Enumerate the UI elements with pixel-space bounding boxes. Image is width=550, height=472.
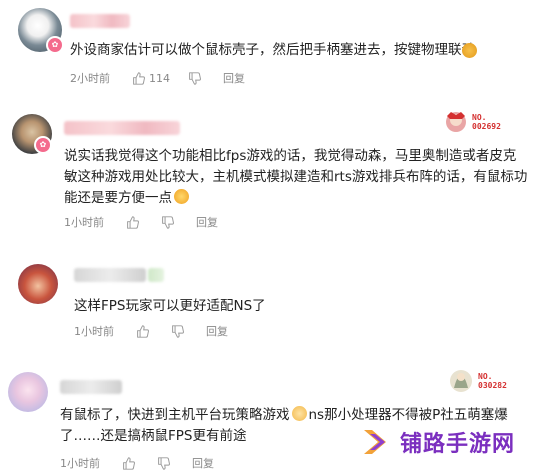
timestamp: 1小时前 xyxy=(74,325,114,338)
emoji-icon xyxy=(462,43,477,58)
comment-line: 能还是要方便一点 xyxy=(64,190,172,206)
thumb-down-icon xyxy=(189,71,201,85)
comment-meta: 1小时前 回复 xyxy=(74,323,228,339)
thumb-down-icon xyxy=(158,456,170,470)
username-redacted[interactable] xyxy=(64,121,180,135)
site-watermark: 铺路手游网 xyxy=(360,424,515,460)
dislike-button[interactable] xyxy=(171,324,188,338)
reply-button[interactable]: 回复 xyxy=(196,214,218,230)
user-tag-redacted xyxy=(148,268,164,282)
comment-meta: 1小时前 回复 xyxy=(60,455,214,471)
reply-button[interactable]: 回复 xyxy=(192,455,214,471)
level-number: NO. 030282 xyxy=(478,372,507,390)
watermark-text: 铺路手游网 xyxy=(400,432,516,457)
reply-button[interactable]: 回复 xyxy=(223,70,245,86)
level-badge: NO. 002692 xyxy=(442,108,501,136)
comment-text: 说实话我觉得这个功能相比fps游戏的话，我觉得动森，马里奥制造或者皮克 敏这种游… xyxy=(64,146,527,209)
comment-text: 这样FPS玩家可以更好适配NS了 xyxy=(74,298,266,314)
thumb-down-icon xyxy=(162,215,174,229)
thumb-down-icon xyxy=(172,324,184,338)
level-badge: NO. 030282 xyxy=(446,366,507,396)
chevron-logo-icon xyxy=(364,430,386,454)
like-button[interactable] xyxy=(136,324,153,338)
comment-text: 外设商家估计可以做个鼠标壳子，然后把手柄塞进去，按键物理联动 xyxy=(70,42,475,58)
timestamp: 1小时前 xyxy=(60,457,100,470)
timestamp: 1小时前 xyxy=(64,216,104,229)
like-button[interactable] xyxy=(122,456,139,470)
username-redacted[interactable] xyxy=(74,268,146,282)
dislike-button[interactable] xyxy=(188,71,205,85)
avatar[interactable] xyxy=(8,372,48,412)
dislike-button[interactable] xyxy=(157,456,174,470)
username-redacted[interactable] xyxy=(60,380,122,394)
username-redacted[interactable] xyxy=(70,14,130,28)
shocked-emoji-icon xyxy=(174,189,189,204)
like-button[interactable] xyxy=(126,215,143,229)
comment-meta: 2小时前 114 回复 xyxy=(70,70,245,86)
like-count: 114 xyxy=(149,71,170,85)
thumb-up-icon xyxy=(137,324,149,338)
comment-meta: 1小时前 回复 xyxy=(64,214,218,230)
verified-badge-icon: ✿ xyxy=(34,136,52,154)
comment-line: 有鼠标了，快进到主机平台玩策略游戏 xyxy=(60,407,290,423)
level-number: NO. 002692 xyxy=(472,113,501,131)
cat-emoji-icon xyxy=(291,406,307,421)
like-button[interactable]: 114 xyxy=(132,72,170,85)
dislike-button[interactable] xyxy=(161,215,178,229)
character-icon xyxy=(450,370,472,392)
thumb-up-icon xyxy=(123,456,135,470)
avatar[interactable] xyxy=(18,264,58,304)
reply-button[interactable]: 回复 xyxy=(206,323,228,339)
thumb-up-icon xyxy=(127,215,139,229)
verified-badge-icon: ✿ xyxy=(46,36,64,54)
character-icon xyxy=(446,112,466,132)
comment-line: 敏这种游戏用处比较大，主机模式模拟建造和rts游戏排兵布阵的话，有鼠标功 xyxy=(64,169,528,185)
comment-line: 说实话我觉得这个功能相比fps游戏的话，我觉得动森，马里奥制造或者皮克 xyxy=(64,148,517,164)
comment-line: ns那小处理器不得被P社五萌塞爆 xyxy=(308,407,508,423)
timestamp: 2小时前 xyxy=(70,72,110,85)
thumb-up-icon xyxy=(133,71,145,85)
